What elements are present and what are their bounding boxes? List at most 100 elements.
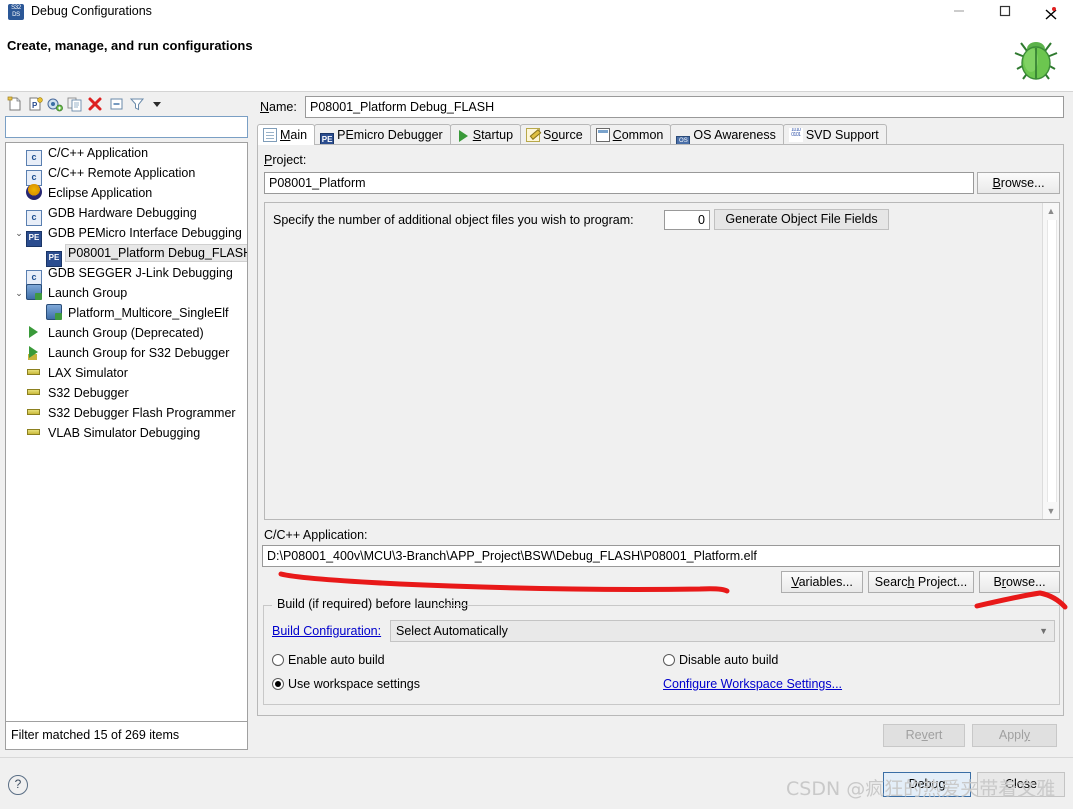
main-tab-panel: Project: Browse... Specify the number of… xyxy=(257,144,1064,716)
debug-button[interactable]: Debug xyxy=(883,772,971,797)
launch-group-icon xyxy=(46,304,62,320)
delete-icon[interactable] xyxy=(87,96,103,112)
maximize-icon xyxy=(999,5,1010,17)
radio-disable-auto-build[interactable]: Disable auto build xyxy=(663,653,778,667)
view-menu-icon[interactable] xyxy=(149,96,165,112)
cpp-application-input[interactable] xyxy=(263,546,1059,566)
filter-status-label: Filter matched 15 of 269 items xyxy=(5,722,248,750)
play-icon xyxy=(456,128,470,142)
help-icon[interactable]: ? xyxy=(8,775,28,795)
radio-indicator xyxy=(663,654,675,666)
tree-item[interactable]: Platform_Multicore_SingleElf xyxy=(6,303,247,323)
tab-pemicro-debugger[interactable]: PE PEmicro Debugger xyxy=(314,124,451,147)
tree-item-label: Eclipse Application xyxy=(48,186,153,200)
dialog-header: Create, manage, and run configurations xyxy=(0,25,1073,92)
tab-label: SVD Support xyxy=(805,128,879,142)
build-configuration-link[interactable]: Build Configuration: xyxy=(272,624,381,638)
tree-item[interactable]: c C/C++ Application xyxy=(6,143,247,166)
radio-disable-auto-build-label: Disable auto build xyxy=(679,653,779,667)
tree-item-label: C/C++ Remote Application xyxy=(48,166,196,180)
tree-twisty-icon[interactable]: ⌄ xyxy=(12,283,26,303)
cpp-browse-button[interactable]: Browse... xyxy=(979,571,1060,593)
tab-source[interactable]: Source xyxy=(520,124,591,145)
tree-item-label: VLAB Simulator Debugging xyxy=(48,426,201,440)
radio-use-workspace-settings[interactable]: Use workspace settings xyxy=(272,677,420,691)
play-stacked-icon xyxy=(26,344,42,360)
configuration-editor-panel: Name: Main PEPEmicro Debugger Startup Sourc… xyxy=(256,94,1070,751)
tree-item[interactable]: Launch Group for S32 Debugger xyxy=(6,343,247,363)
tree-item-label: S32 Debugger Flash Programmer xyxy=(48,406,236,420)
build-configuration-select[interactable]: Select Automatically ▼ xyxy=(390,620,1055,642)
close-button[interactable]: Close xyxy=(977,772,1065,797)
configure-workspace-settings-link[interactable]: Configure Workspace Settings... xyxy=(663,677,842,691)
window-title-bar: S32 DS Debug Configurations xyxy=(0,0,1073,25)
export-icon[interactable] xyxy=(47,96,63,112)
window-title: Debug Configurations xyxy=(31,4,152,18)
name-field-wrapper[interactable] xyxy=(305,96,1064,118)
tab-label: OS Awareness xyxy=(693,128,776,142)
configurations-tree-panel: P c C/C++ Application c C/C++ Remote App… xyxy=(3,94,251,751)
launch-group-icon xyxy=(26,284,42,300)
tab-common[interactable]: Common xyxy=(589,124,672,145)
scrollbar-track[interactable] xyxy=(1047,220,1057,502)
radio-indicator xyxy=(272,654,284,666)
tree-item-label: S32 Debugger xyxy=(48,386,129,400)
tree-item[interactable]: c GDB Hardware Debugging xyxy=(6,203,247,226)
variables-button[interactable]: Variables... xyxy=(781,571,863,593)
cpp-application-field-wrapper[interactable] xyxy=(262,545,1060,567)
project-field-wrapper[interactable] xyxy=(264,172,974,194)
chevron-down-icon: ▼ xyxy=(1039,626,1048,636)
object-files-count-input[interactable] xyxy=(665,211,709,229)
tree-item-label: P08001_Platform Debug_FLASH xyxy=(64,244,247,262)
tree-item[interactable]: ⌄ Launch Group xyxy=(6,283,247,303)
tab-label: Main xyxy=(280,128,308,142)
close-icon xyxy=(1045,6,1056,20)
tree-item[interactable]: c GDB SEGGER J-Link Debugging xyxy=(6,263,247,286)
tree-item[interactable]: S32 Debugger Flash Programmer xyxy=(6,403,247,423)
filter-icon[interactable] xyxy=(129,96,145,112)
project-input[interactable] xyxy=(265,173,973,193)
close-window-button[interactable] xyxy=(1028,0,1073,25)
radio-enable-auto-build[interactable]: Enable auto build xyxy=(272,653,385,667)
search-project-button[interactable]: Search Project... xyxy=(868,571,974,593)
minimize-button[interactable] xyxy=(936,0,981,25)
name-input[interactable] xyxy=(306,97,1063,117)
apply-button[interactable]: Apply xyxy=(972,724,1057,747)
maximize-button[interactable] xyxy=(982,0,1027,25)
scroll-up-icon[interactable]: ▲ xyxy=(1043,203,1059,219)
duplicate-icon[interactable] xyxy=(67,96,83,112)
tab-svd-support[interactable]: 1010 0101 SVD Support xyxy=(782,124,887,145)
filter-input[interactable] xyxy=(6,117,247,137)
tree-item[interactable]: Eclipse Application xyxy=(6,183,247,203)
tab-label: Source xyxy=(543,128,583,142)
tree-item[interactable]: Launch Group (Deprecated) xyxy=(6,323,247,343)
tree-item[interactable]: S32 Debugger xyxy=(6,383,247,403)
tree-item[interactable]: LAX Simulator xyxy=(6,363,247,383)
document-icon xyxy=(263,128,277,142)
scroll-down-icon[interactable]: ▼ xyxy=(1043,503,1059,519)
tab-startup[interactable]: Startup xyxy=(449,124,522,145)
tree-item[interactable]: VLAB Simulator Debugging xyxy=(6,423,247,443)
play-icon xyxy=(26,324,42,340)
collapse-all-icon[interactable] xyxy=(109,96,125,112)
tree-item[interactable]: c C/C++ Remote Application xyxy=(6,163,247,186)
tree-item[interactable]: PE P08001_Platform Debug_FLASH xyxy=(6,243,247,267)
new-prototype-icon[interactable]: P xyxy=(27,96,43,112)
tree-twisty-icon[interactable]: ⌄ xyxy=(12,223,26,243)
generate-object-file-fields-button[interactable]: Generate Object File Fields xyxy=(714,209,889,230)
object-files-section: Specify the number of additional object … xyxy=(264,202,1060,520)
svd-icon: 1010 0101 xyxy=(788,128,803,142)
page-title: Create, manage, and run configurations xyxy=(7,38,253,53)
revert-button[interactable]: Revert xyxy=(883,724,965,747)
project-browse-button[interactable]: Browse... xyxy=(977,172,1060,194)
tab-main[interactable]: Main xyxy=(257,124,316,145)
tab-os-awareness[interactable]: OS OS Awareness xyxy=(670,124,784,150)
configurations-tree[interactable]: c C/C++ Application c C/C++ Remote Applicat… xyxy=(5,142,248,722)
tab-label: PEmicro Debugger xyxy=(337,128,443,142)
object-files-count-wrapper[interactable] xyxy=(664,210,710,230)
filter-input-wrapper[interactable] xyxy=(5,116,248,138)
eclipse-icon xyxy=(26,184,42,200)
new-config-icon[interactable] xyxy=(7,96,23,112)
object-files-scrollbar[interactable]: ▲ ▼ xyxy=(1042,203,1059,519)
tree-item[interactable]: ⌄ PE GDB PEMicro Interface Debugging xyxy=(6,223,247,247)
